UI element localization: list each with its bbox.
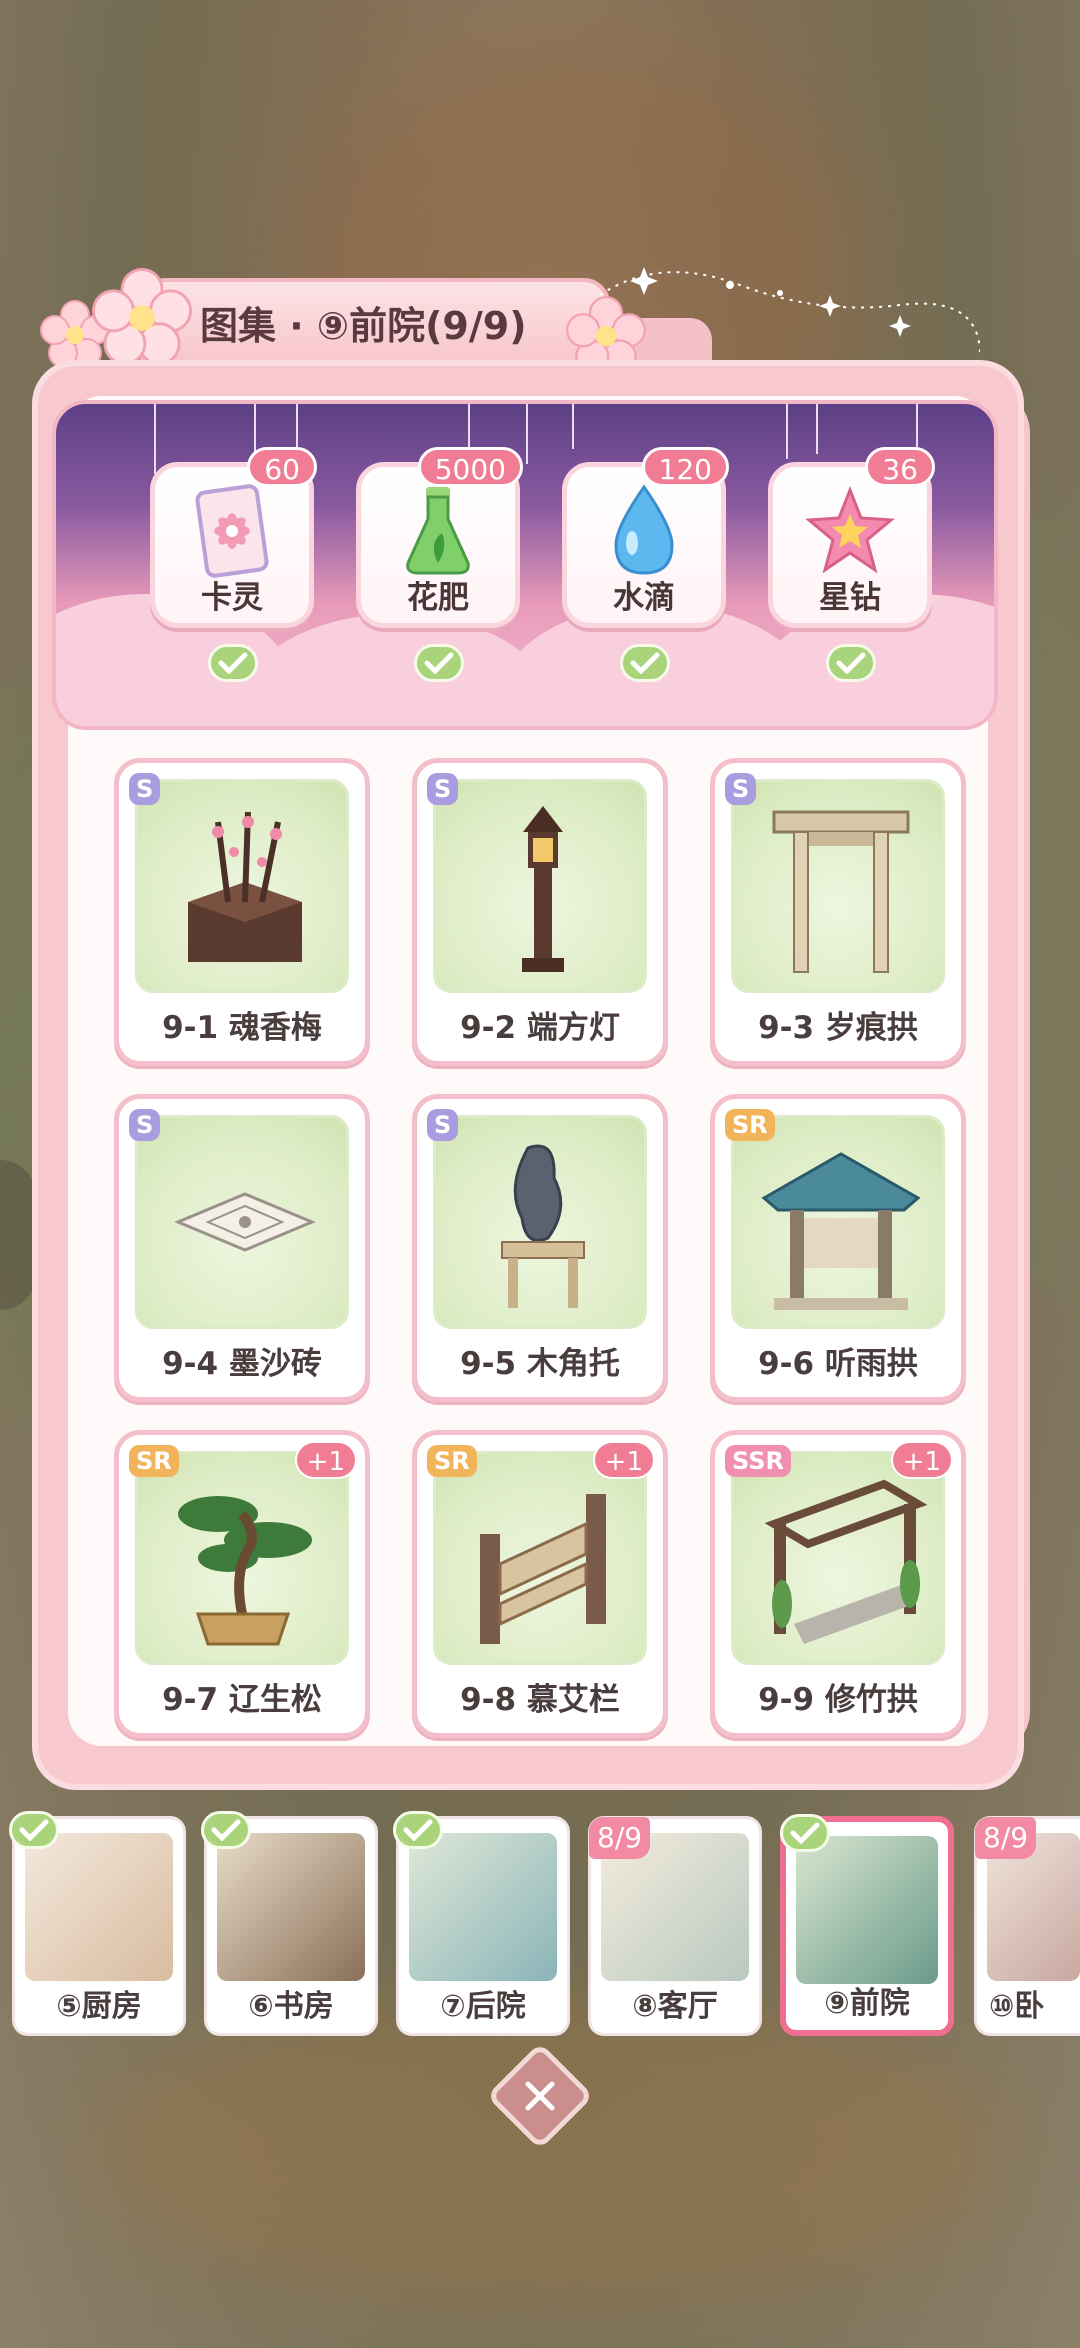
rarity-badge: SSR <box>725 1445 791 1477</box>
reward-label: 星钻 <box>819 580 881 616</box>
room-name: ⑥书房 <box>248 1989 334 2024</box>
rarity-badge: S <box>427 1109 459 1141</box>
item-name: 9-9 修竹拱 <box>758 1682 918 1718</box>
star-diamond-icon <box>805 486 895 574</box>
item-name: 9-6 听雨拱 <box>758 1346 918 1382</box>
water-drop-icon <box>614 484 674 575</box>
close-icon <box>525 2081 555 2111</box>
room-tab-study[interactable]: ⑥书房 <box>201 1811 378 2036</box>
claimed-check-icon <box>826 644 876 682</box>
room-progress-badge: 8/9 <box>589 1817 651 1859</box>
room-name: ⑤厨房 <box>56 1989 142 2024</box>
room-name: ⑩卧 <box>989 1989 1045 2024</box>
item-card-9-4[interactable]: S 9-4 墨沙砖 <box>114 1094 370 1402</box>
complete-check-icon <box>780 1814 830 1852</box>
roofed-gate-icon <box>761 1152 921 1310</box>
page-title: 图集 · ⑨前院(9/9) <box>140 278 610 366</box>
sparkle-chain-decoration <box>600 267 980 356</box>
item-card-9-6[interactable]: SR 9-6 听雨拱 <box>710 1094 966 1402</box>
bamboo-pergola-icon <box>764 1479 928 1644</box>
bonsai-pine-icon <box>178 1496 312 1646</box>
room-name: ⑧客厅 <box>632 1989 718 2024</box>
complete-check-icon <box>9 1811 59 1849</box>
reward-count: 60 <box>247 447 317 487</box>
floor-tile-icon <box>174 1192 316 1252</box>
stone-arch-icon <box>772 810 910 973</box>
plus-badge: +1 <box>592 1441 655 1479</box>
reward-count: 5000 <box>417 447 523 487</box>
flower-decoration-icon <box>92 268 192 368</box>
reward-card-spirit: 卡灵 60 <box>150 447 317 628</box>
rewards-banner: 卡灵 60 花肥 5000 水滴 120 星钻 36 <box>52 400 998 730</box>
room-progress-badge: 8/9 <box>975 1817 1037 1859</box>
complete-check-icon <box>393 1811 443 1849</box>
claimed-check-icon <box>620 644 670 682</box>
wooden-fence-icon <box>480 1494 606 1644</box>
item-name: 9-8 慕艾栏 <box>460 1682 620 1718</box>
item-name: 9-5 木角托 <box>460 1346 620 1382</box>
reward-label: 水滴 <box>613 580 675 616</box>
rarity-badge: SR <box>725 1109 775 1141</box>
item-card-9-5[interactable]: S 9-5 木角托 <box>412 1094 668 1402</box>
room-tab-front-yard[interactable]: ⑨前院 <box>780 1814 954 2036</box>
item-name: 9-1 魂香梅 <box>162 1010 322 1046</box>
rarity-badge: S <box>725 773 757 805</box>
item-name: 9-2 端方灯 <box>460 1010 620 1046</box>
page-title-text: 图集 · ⑨前院(9/9) <box>200 303 527 348</box>
room-tab-bedroom[interactable]: 8/9 ⑩卧 <box>974 1816 1080 2036</box>
complete-check-icon <box>201 1811 251 1849</box>
item-name: 9-4 墨沙砖 <box>162 1346 322 1382</box>
item-card-9-9[interactable]: SSR +1 9-9 修竹拱 <box>710 1430 966 1738</box>
claimed-check-icon <box>414 644 464 682</box>
room-name: ⑦后院 <box>440 1989 526 2024</box>
reward-count: 120 <box>641 447 729 487</box>
rarity-badge: SR <box>427 1445 477 1477</box>
rarity-badge: SR <box>129 1445 179 1477</box>
rarity-badge: S <box>427 773 459 805</box>
room-tab-kitchen[interactable]: ⑤厨房 <box>9 1811 186 2036</box>
room-tab-backyard[interactable]: ⑦后院 <box>393 1811 570 2036</box>
item-card-9-7[interactable]: SR +1 9-7 辽生松 <box>114 1430 370 1738</box>
rock-stand-icon <box>501 1144 585 1308</box>
reward-fertilizer: 花肥 5000 <box>356 447 523 628</box>
item-card-9-8[interactable]: SR +1 9-8 慕艾栏 <box>412 1430 668 1738</box>
plus-badge: +1 <box>294 1441 357 1479</box>
reward-star-diamond: 星钻 36 <box>768 447 935 628</box>
side-expand-handle[interactable] <box>0 1160 36 1310</box>
item-name: 9-7 辽生松 <box>162 1682 322 1718</box>
item-card-9-1[interactable]: S 9-1 魂香梅 <box>114 758 370 1066</box>
lantern-icon <box>522 806 564 972</box>
fertilizer-flask-icon <box>406 487 470 575</box>
item-name: 9-3 岁痕拱 <box>758 1010 918 1046</box>
rarity-badge: S <box>129 1109 161 1141</box>
rarity-badge: S <box>129 773 161 805</box>
reward-count: 36 <box>865 447 935 487</box>
card-icon <box>195 484 269 578</box>
reward-water: 水滴 120 <box>562 447 729 628</box>
item-card-9-3[interactable]: S 9-3 岁痕拱 <box>710 758 966 1066</box>
reward-label: 卡灵 <box>201 580 263 616</box>
reward-label: 花肥 <box>407 580 469 616</box>
room-tab-living-room[interactable]: 8/9 ⑧客厅 <box>588 1816 762 2036</box>
plum-tree-icon <box>188 811 302 962</box>
plus-badge: +1 <box>890 1441 953 1479</box>
room-name: ⑨前院 <box>824 1986 910 2021</box>
claimed-check-icon <box>208 644 258 682</box>
item-card-9-2[interactable]: S 9-2 端方灯 <box>412 758 668 1066</box>
